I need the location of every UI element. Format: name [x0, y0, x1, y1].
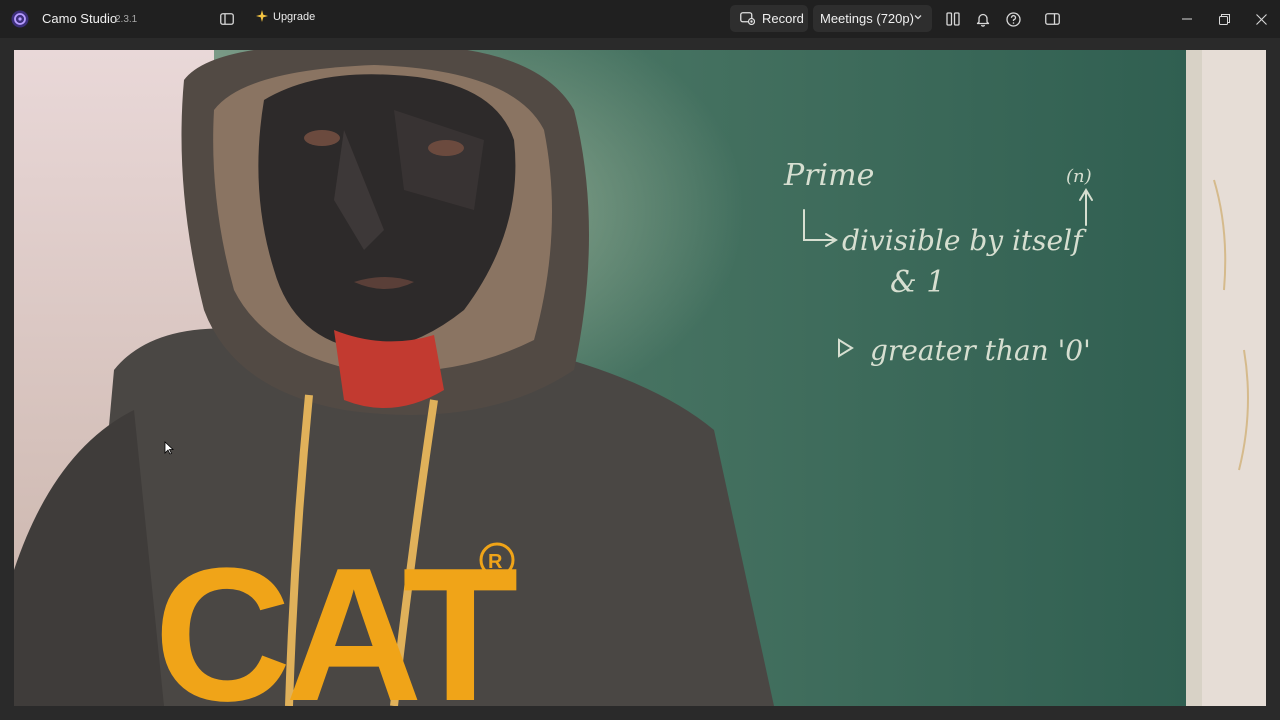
- help-icon: [1005, 11, 1021, 27]
- svg-text:R: R: [488, 551, 503, 573]
- camera-feed-image: Prime divisible by itself & 1 greater th…: [14, 50, 1266, 706]
- svg-text:Prime: Prime: [783, 158, 874, 193]
- right-panel-button[interactable]: [1039, 6, 1065, 32]
- sparkle-icon: [256, 10, 268, 22]
- right-panel-icon: [1044, 13, 1060, 25]
- close-icon: [1255, 13, 1267, 25]
- sidebar-toggle-icon: [220, 13, 234, 25]
- mouse-cursor-icon: [164, 441, 174, 455]
- upgrade-button[interactable]: Upgrade: [256, 10, 315, 23]
- layout-button[interactable]: [940, 6, 966, 32]
- minimize-icon: [1182, 18, 1192, 20]
- record-label: Record: [762, 11, 804, 26]
- hoodie-cat-logo: CAT: [154, 529, 517, 706]
- maximize-button[interactable]: [1206, 0, 1242, 38]
- svg-text:& 1: & 1: [890, 265, 945, 300]
- record-button[interactable]: Record: [730, 5, 808, 32]
- right-wall: [1202, 50, 1266, 706]
- red-shirt: [334, 330, 444, 408]
- camera-preview[interactable]: Prime divisible by itself & 1 greater th…: [14, 50, 1266, 706]
- notifications-button[interactable]: [970, 6, 996, 32]
- record-icon: [740, 12, 755, 25]
- split-layout-icon: [946, 12, 960, 26]
- minimize-button[interactable]: [1169, 0, 1205, 38]
- svg-text:divisible by itself: divisible by itself: [842, 224, 1087, 257]
- bell-icon: [976, 13, 990, 27]
- output-preset-select[interactable]: Meetings (720p): [813, 5, 932, 32]
- output-preset-value: Meetings (720p): [820, 11, 914, 26]
- title-bar: Camo Studio 2.3.1 Upgrade Record Meeting…: [0, 0, 1280, 38]
- app-version: 2.3.1: [115, 14, 138, 25]
- chevron-down-icon: [914, 15, 922, 20]
- app-name: Camo Studio: [42, 11, 118, 26]
- svg-text:(n): (n): [1066, 166, 1092, 187]
- restore-icon: [1218, 13, 1230, 25]
- upgrade-label: Upgrade: [273, 10, 316, 23]
- svg-text:greater than '0': greater than '0': [870, 334, 1091, 367]
- close-button[interactable]: [1243, 0, 1279, 38]
- camo-logo-icon: [11, 10, 29, 28]
- sidebar-toggle-button[interactable]: [214, 6, 240, 32]
- help-button[interactable]: [1000, 6, 1026, 32]
- board-frame: [1186, 50, 1202, 706]
